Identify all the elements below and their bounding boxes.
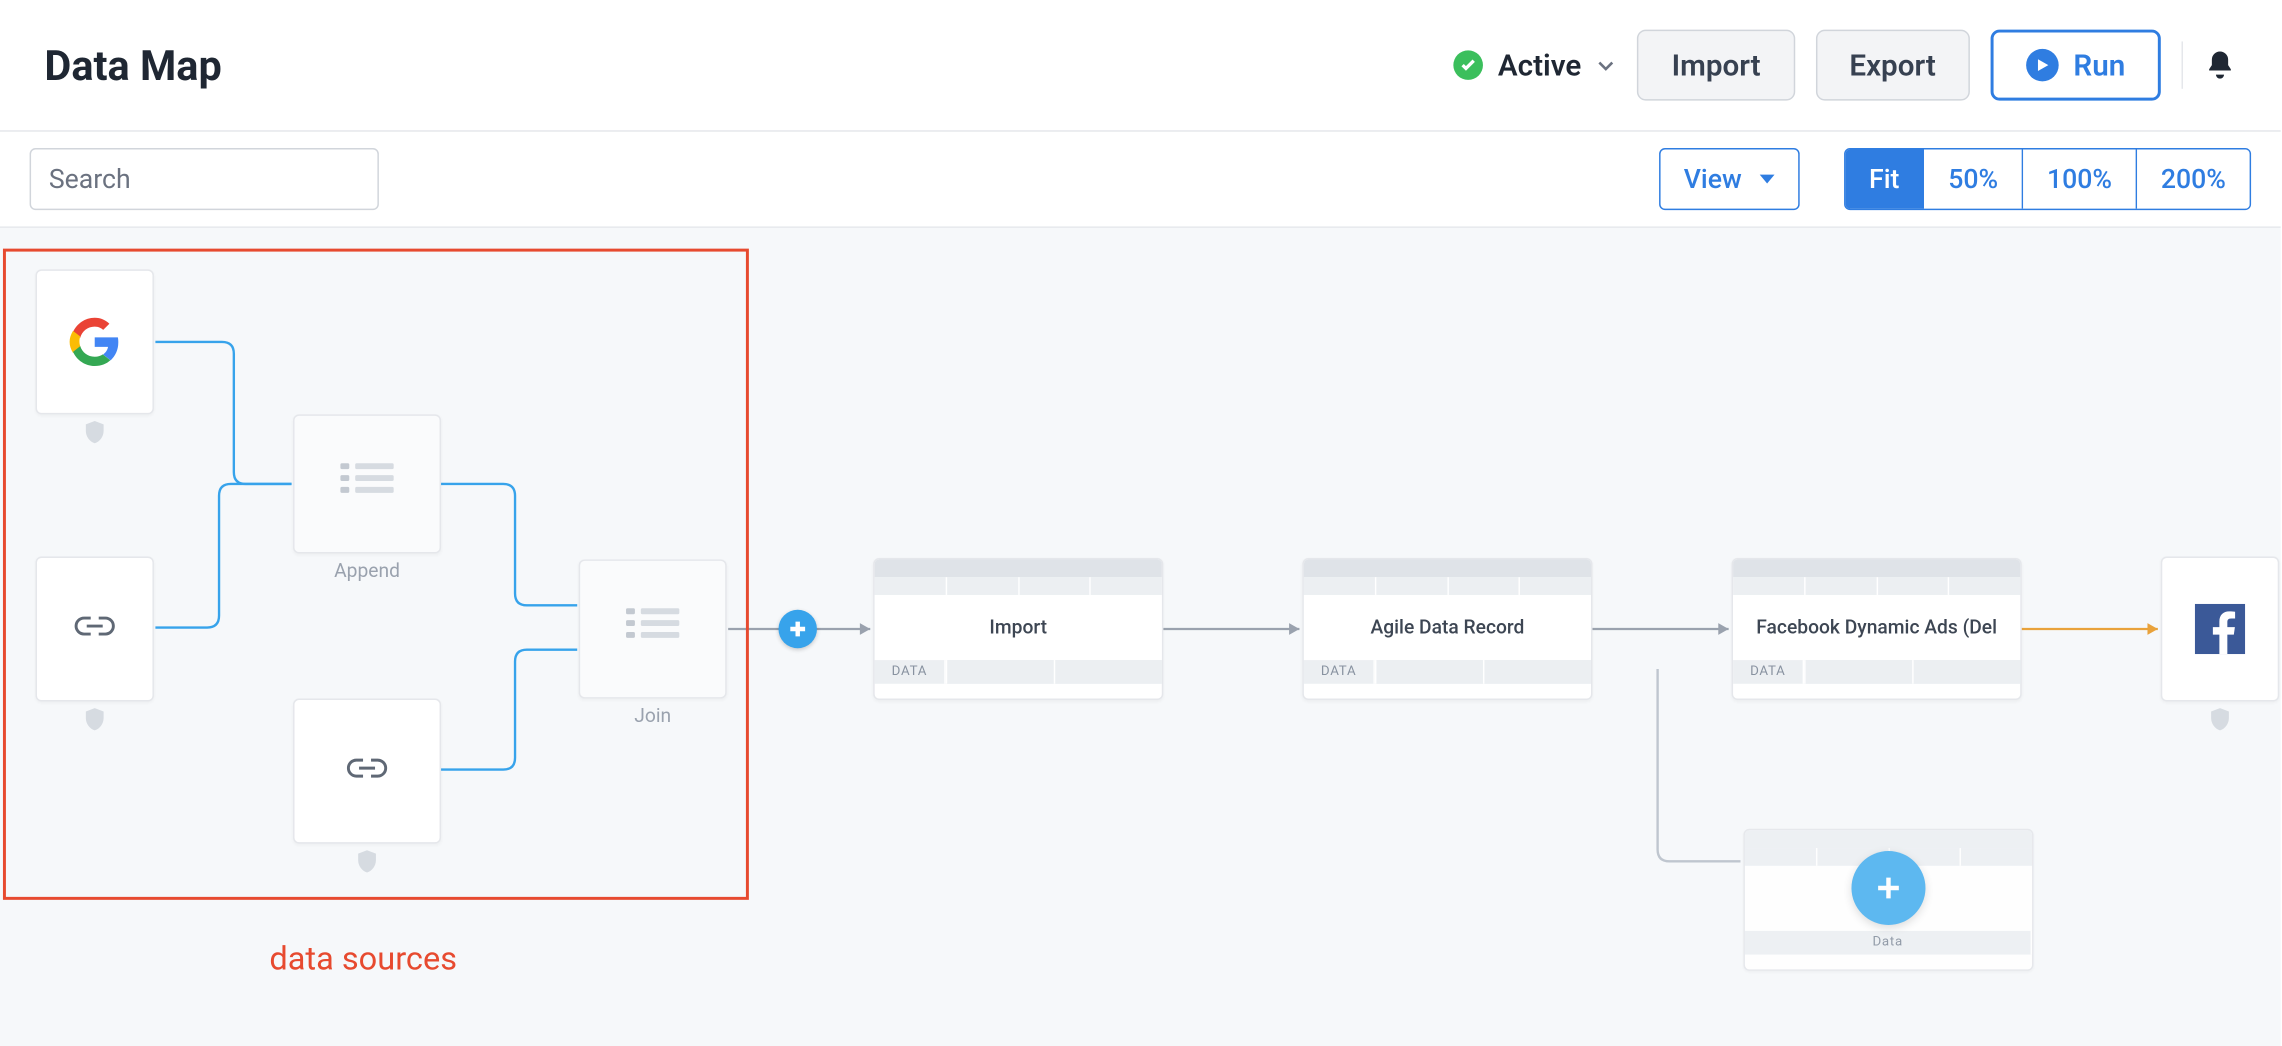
export-button[interactable]: Export — [1815, 30, 1969, 101]
data-tag: DATA — [875, 660, 946, 684]
zoom-200-button[interactable]: 200% — [2137, 149, 2249, 208]
stage-fb-title: Facebook Dynamic Ads (Del — [1733, 595, 2020, 660]
facebook-icon — [2195, 604, 2245, 654]
zoom-50-button[interactable]: 50% — [1925, 149, 2024, 208]
divider — [2182, 41, 2183, 88]
sub-toolbar: View Fit 50% 100% 200% — [0, 132, 2281, 228]
caret-down-icon — [1760, 175, 1775, 184]
link-icon — [340, 752, 393, 790]
header-actions: Active Import Export Run — [1454, 30, 2237, 101]
source-link-1[interactable] — [36, 556, 154, 701]
stage-facebook-ads[interactable]: Facebook Dynamic Ads (Del DATA — [1732, 558, 2022, 700]
data-tag: Data — [1745, 931, 2032, 955]
chevron-down-icon — [1596, 55, 1617, 76]
import-button[interactable]: Import — [1638, 30, 1795, 101]
source-google[interactable] — [36, 269, 154, 414]
stage-agile-title: Agile Data Record — [1304, 595, 1591, 660]
join-label: Join — [634, 706, 671, 728]
page-title: Data Map — [44, 41, 221, 90]
check-circle-icon — [1454, 50, 1484, 80]
destination-facebook[interactable] — [2161, 556, 2279, 701]
add-node-button[interactable] — [778, 610, 816, 648]
append-node[interactable]: Append — [293, 414, 441, 553]
run-label: Run — [2073, 47, 2125, 83]
source-link-2[interactable] — [293, 699, 441, 844]
shield-icon — [354, 848, 381, 875]
status-dropdown[interactable]: Active — [1454, 47, 1617, 83]
play-circle-icon — [2026, 49, 2059, 82]
shield-icon — [81, 419, 108, 446]
shield-icon — [2207, 706, 2234, 733]
stage-add-placeholder[interactable]: Data — [1743, 829, 2033, 971]
view-label: View — [1684, 164, 1742, 195]
zoom-100-button[interactable]: 100% — [2023, 149, 2137, 208]
stage-agile[interactable]: Agile Data Record DATA — [1302, 558, 1592, 700]
header-bar: Data Map Active Import Export Run — [0, 0, 2281, 132]
data-tag: DATA — [1733, 660, 1804, 684]
view-dropdown[interactable]: View — [1659, 148, 1800, 210]
data-tag: DATA — [1304, 660, 1375, 684]
join-node[interactable]: Join — [579, 559, 727, 698]
google-icon — [70, 317, 120, 367]
run-button[interactable]: Run — [1991, 30, 2161, 101]
append-label: Append — [334, 561, 400, 583]
plus-circle-icon[interactable] — [1851, 852, 1925, 926]
annotation-label: data sources — [269, 941, 457, 978]
sub-toolbar-right: View Fit 50% 100% 200% — [1659, 148, 2252, 210]
table-icon — [626, 608, 679, 649]
zoom-fit-button[interactable]: Fit — [1845, 149, 1924, 208]
stage-import[interactable]: Import DATA — [873, 558, 1163, 700]
zoom-group: Fit 50% 100% 200% — [1844, 148, 2251, 210]
bell-icon[interactable] — [2204, 49, 2237, 82]
shield-icon — [81, 706, 108, 733]
status-label: Active — [1498, 47, 1581, 83]
stage-import-title: Import — [875, 595, 1162, 660]
table-icon — [340, 463, 393, 504]
link-icon — [68, 610, 121, 648]
flow-canvas[interactable]: Append Join Import DATA Agile Data Recor… — [0, 228, 2281, 1046]
search-input[interactable] — [30, 148, 379, 210]
